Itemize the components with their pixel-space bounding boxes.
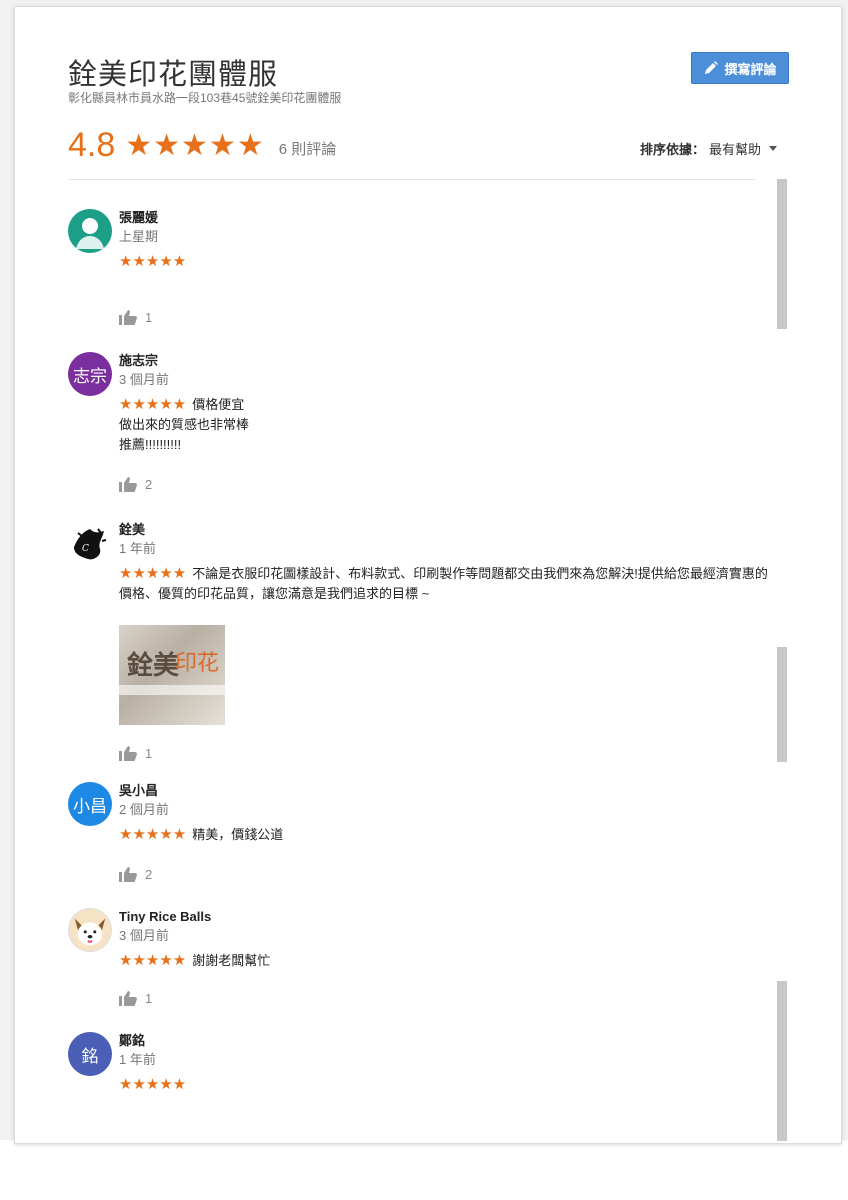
- review-stars: ★★★★★: [119, 826, 187, 843]
- reviewer-name[interactable]: Tiny Rice Balls: [119, 908, 769, 926]
- review-body: 鄭銘 1 年前 ★★★★★: [119, 1032, 769, 1095]
- review-content: ★★★★★ 謝謝老闆幫忙: [119, 951, 769, 971]
- reviewer-name[interactable]: 銓美: [119, 521, 769, 539]
- divider: [68, 179, 756, 180]
- review-stars: ★★★★★: [119, 565, 187, 582]
- average-rating: 4.8: [68, 125, 116, 164]
- reviewer-name[interactable]: 吳小昌: [119, 782, 769, 800]
- reviewer-name[interactable]: 張麗媛: [119, 209, 769, 227]
- sort-dropdown[interactable]: 排序依據： 最有幫助: [640, 139, 778, 158]
- review-content: ★★★★★: [119, 1075, 769, 1095]
- review-body: 銓美 1 年前 ★★★★★ 不論是衣服印花圖樣設計、布料款式、印刷製作等問題都交由…: [119, 521, 769, 604]
- dog-avatar-icon: [74, 918, 106, 946]
- review-stars: ★★★★★: [119, 396, 187, 413]
- like-button[interactable]: 2: [119, 476, 152, 492]
- review-time: 上星期: [119, 229, 159, 244]
- avatar-initials: 小昌: [73, 796, 107, 816]
- scrollbar-thumb[interactable]: [777, 647, 787, 762]
- caret-down-icon: [769, 146, 778, 151]
- svg-text:C: C: [82, 544, 89, 554]
- reviewer-name[interactable]: 鄭銘: [119, 1032, 769, 1050]
- reviews-dialog: 銓美印花團體服 彰化縣員林市員水路一段103巷45號銓美印花團體服 撰寫評論 4…: [14, 6, 842, 1144]
- avatar[interactable]: [68, 908, 112, 952]
- review-body: 張麗媛 上星期 ★★★★★: [119, 209, 769, 272]
- sort-label: 排序依據：: [640, 142, 706, 157]
- photo-strip: [119, 685, 225, 695]
- place-title: 銓美印花團體服: [68, 59, 279, 91]
- average-stars: ★★★★★: [125, 128, 265, 162]
- sort-value: 最有幫助: [709, 142, 762, 157]
- thumbs-up-icon: [119, 309, 137, 325]
- write-review-label: 撰寫評論: [724, 61, 777, 77]
- avatar-initials: 志宗: [73, 366, 107, 386]
- like-button[interactable]: 1: [119, 745, 152, 761]
- review-text: 價格便宜: [192, 397, 245, 412]
- review-stars: ★★★★★: [119, 1076, 187, 1093]
- like-count: 1: [145, 990, 153, 1006]
- avatar[interactable]: [68, 209, 112, 253]
- photo-brand-text: 銓美: [127, 651, 180, 681]
- thumbs-up-icon: [119, 866, 137, 882]
- scrollbar-thumb[interactable]: [777, 179, 787, 329]
- photo-accent-text: 印花: [175, 651, 220, 676]
- thumbs-up-icon: [119, 745, 137, 761]
- review-text: 不論是衣服印花圖樣設計、布料款式、印刷製作等問題都交由我們來為您解決!提供給您最…: [119, 566, 768, 601]
- scrollbar-thumb[interactable]: [777, 981, 787, 1141]
- review-photo[interactable]: 銓美 印花: [119, 625, 225, 725]
- reviewer-name[interactable]: 施志宗: [119, 352, 769, 370]
- like-count: 1: [145, 309, 153, 325]
- review-body: 吳小昌 2 個月前 ★★★★★ 精美，價錢公道: [119, 782, 769, 845]
- like-count: 2: [145, 476, 153, 492]
- like-button[interactable]: 2: [119, 866, 152, 882]
- review-content: ★★★★★ 精美，價錢公道: [119, 825, 769, 845]
- review-time: 3 個月前: [119, 372, 169, 387]
- review-time: 2 個月前: [119, 802, 169, 817]
- review-stars: ★★★★★: [119, 952, 187, 969]
- like-button[interactable]: 1: [119, 990, 152, 1006]
- avatar[interactable]: 小昌: [68, 782, 112, 826]
- review-text: 精美，價錢公道: [192, 827, 284, 842]
- review-body: Tiny Rice Balls 3 個月前 ★★★★★ 謝謝老闆幫忙: [119, 908, 769, 971]
- write-review-button[interactable]: 撰寫評論: [691, 52, 789, 84]
- pencil-icon: [703, 60, 719, 76]
- avatar[interactable]: C: [68, 521, 112, 565]
- person-icon: [76, 218, 104, 249]
- review-content: ★★★★★: [119, 252, 769, 272]
- like-button[interactable]: 1: [119, 309, 152, 325]
- review-time: 1 年前: [119, 1052, 156, 1067]
- place-address: 彰化縣員林市員水路一段103巷45號銓美印花團體服: [68, 91, 342, 105]
- rating-summary: 4.8 ★★★★★ 6 則評論: [68, 125, 336, 165]
- review-content: ★★★★★ 價格便宜: [119, 395, 769, 415]
- avatar-initials: 銘: [81, 1046, 99, 1066]
- review-stars: ★★★★★: [119, 253, 187, 270]
- review-text: 謝謝老闆幫忙: [192, 953, 271, 968]
- review-text-more: 做出來的質感也非常棒 推薦!!!!!!!!!!: [119, 417, 250, 452]
- thumbs-up-icon: [119, 990, 137, 1006]
- thumbs-up-icon: [119, 476, 137, 492]
- like-count: 2: [145, 866, 153, 882]
- review-time: 1 年前: [119, 541, 156, 556]
- review-time: 3 個月前: [119, 928, 169, 943]
- avatar[interactable]: 銘: [68, 1032, 112, 1076]
- review-content: ★★★★★ 不論是衣服印花圖樣設計、布料款式、印刷製作等問題都交由我們來為您解決!…: [119, 564, 769, 604]
- review-body: 施志宗 3 個月前 ★★★★★ 價格便宜 做出來的質感也非常棒 推薦!!!!!!!…: [119, 352, 769, 455]
- like-count: 1: [145, 745, 153, 761]
- review-count[interactable]: 6 則評論: [279, 138, 337, 159]
- avatar[interactable]: 志宗: [68, 352, 112, 396]
- brand-logo-icon: C: [69, 522, 111, 564]
